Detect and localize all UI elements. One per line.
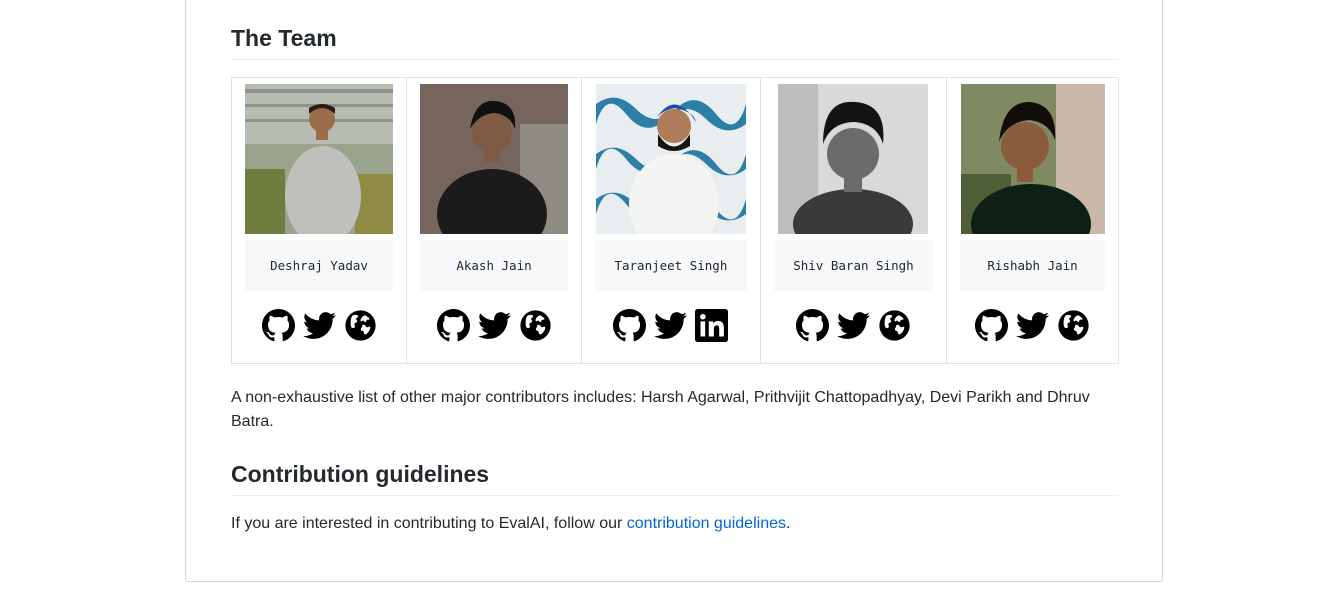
member-social-links xyxy=(420,309,568,342)
globe-icon[interactable] xyxy=(1057,309,1090,342)
team-member-cell: Rishabh Jain xyxy=(946,77,1119,364)
member-name: Taranjeet Singh xyxy=(595,240,747,291)
twitter-icon[interactable] xyxy=(1016,309,1050,342)
github-icon[interactable] xyxy=(975,309,1009,342)
member-photo[interactable] xyxy=(420,84,568,234)
twitter-icon[interactable] xyxy=(654,309,688,342)
contribution-paragraph: If you are interested in contributing to… xyxy=(231,512,1119,536)
member-social-links xyxy=(595,309,747,342)
github-icon[interactable] xyxy=(613,309,647,342)
member-social-links xyxy=(245,309,393,342)
team-member-cell: Taranjeet Singh xyxy=(581,77,761,364)
linkedin-icon[interactable] xyxy=(695,309,729,342)
contribution-text-end: . xyxy=(785,515,791,532)
team-member-cell: Deshraj Yadav xyxy=(231,77,407,364)
github-icon[interactable] xyxy=(261,309,295,342)
contribution-guidelines-link[interactable]: contribution guidelines xyxy=(627,515,786,532)
team-heading: The Team xyxy=(231,24,1119,60)
contributors-paragraph: A non-exhaustive list of other major con… xyxy=(231,389,1090,430)
github-icon[interactable] xyxy=(795,309,829,342)
team-member-cell: Shiv Baran Singh xyxy=(759,77,948,364)
team-member-cell: Akash Jain xyxy=(406,77,582,364)
globe-icon[interactable] xyxy=(519,309,552,342)
member-photo[interactable] xyxy=(245,84,393,234)
member-name: Akash Jain xyxy=(420,240,568,291)
readme-container: The Team Deshraj Yadav Akash Jain Taranj… xyxy=(185,0,1163,582)
member-photo[interactable] xyxy=(595,84,746,234)
member-name: Deshraj Yadav xyxy=(245,240,393,291)
github-icon[interactable] xyxy=(436,309,470,342)
contribution-heading: Contribution guidelines xyxy=(231,460,1119,496)
twitter-icon[interactable] xyxy=(477,309,511,342)
member-photo[interactable] xyxy=(778,84,929,234)
globe-icon[interactable] xyxy=(878,309,911,342)
contribution-text: If you are interested in contributing to… xyxy=(231,515,627,532)
member-photo[interactable] xyxy=(960,84,1105,234)
twitter-icon[interactable] xyxy=(302,309,336,342)
member-social-links xyxy=(774,309,933,342)
member-name: Rishabh Jain xyxy=(960,240,1105,291)
team-table: Deshraj Yadav Akash Jain Taranjeet Singh… xyxy=(231,77,1119,364)
twitter-icon[interactable] xyxy=(836,309,870,342)
member-name: Shiv Baran Singh xyxy=(773,240,934,291)
globe-icon[interactable] xyxy=(344,309,377,342)
member-social-links xyxy=(960,309,1105,342)
